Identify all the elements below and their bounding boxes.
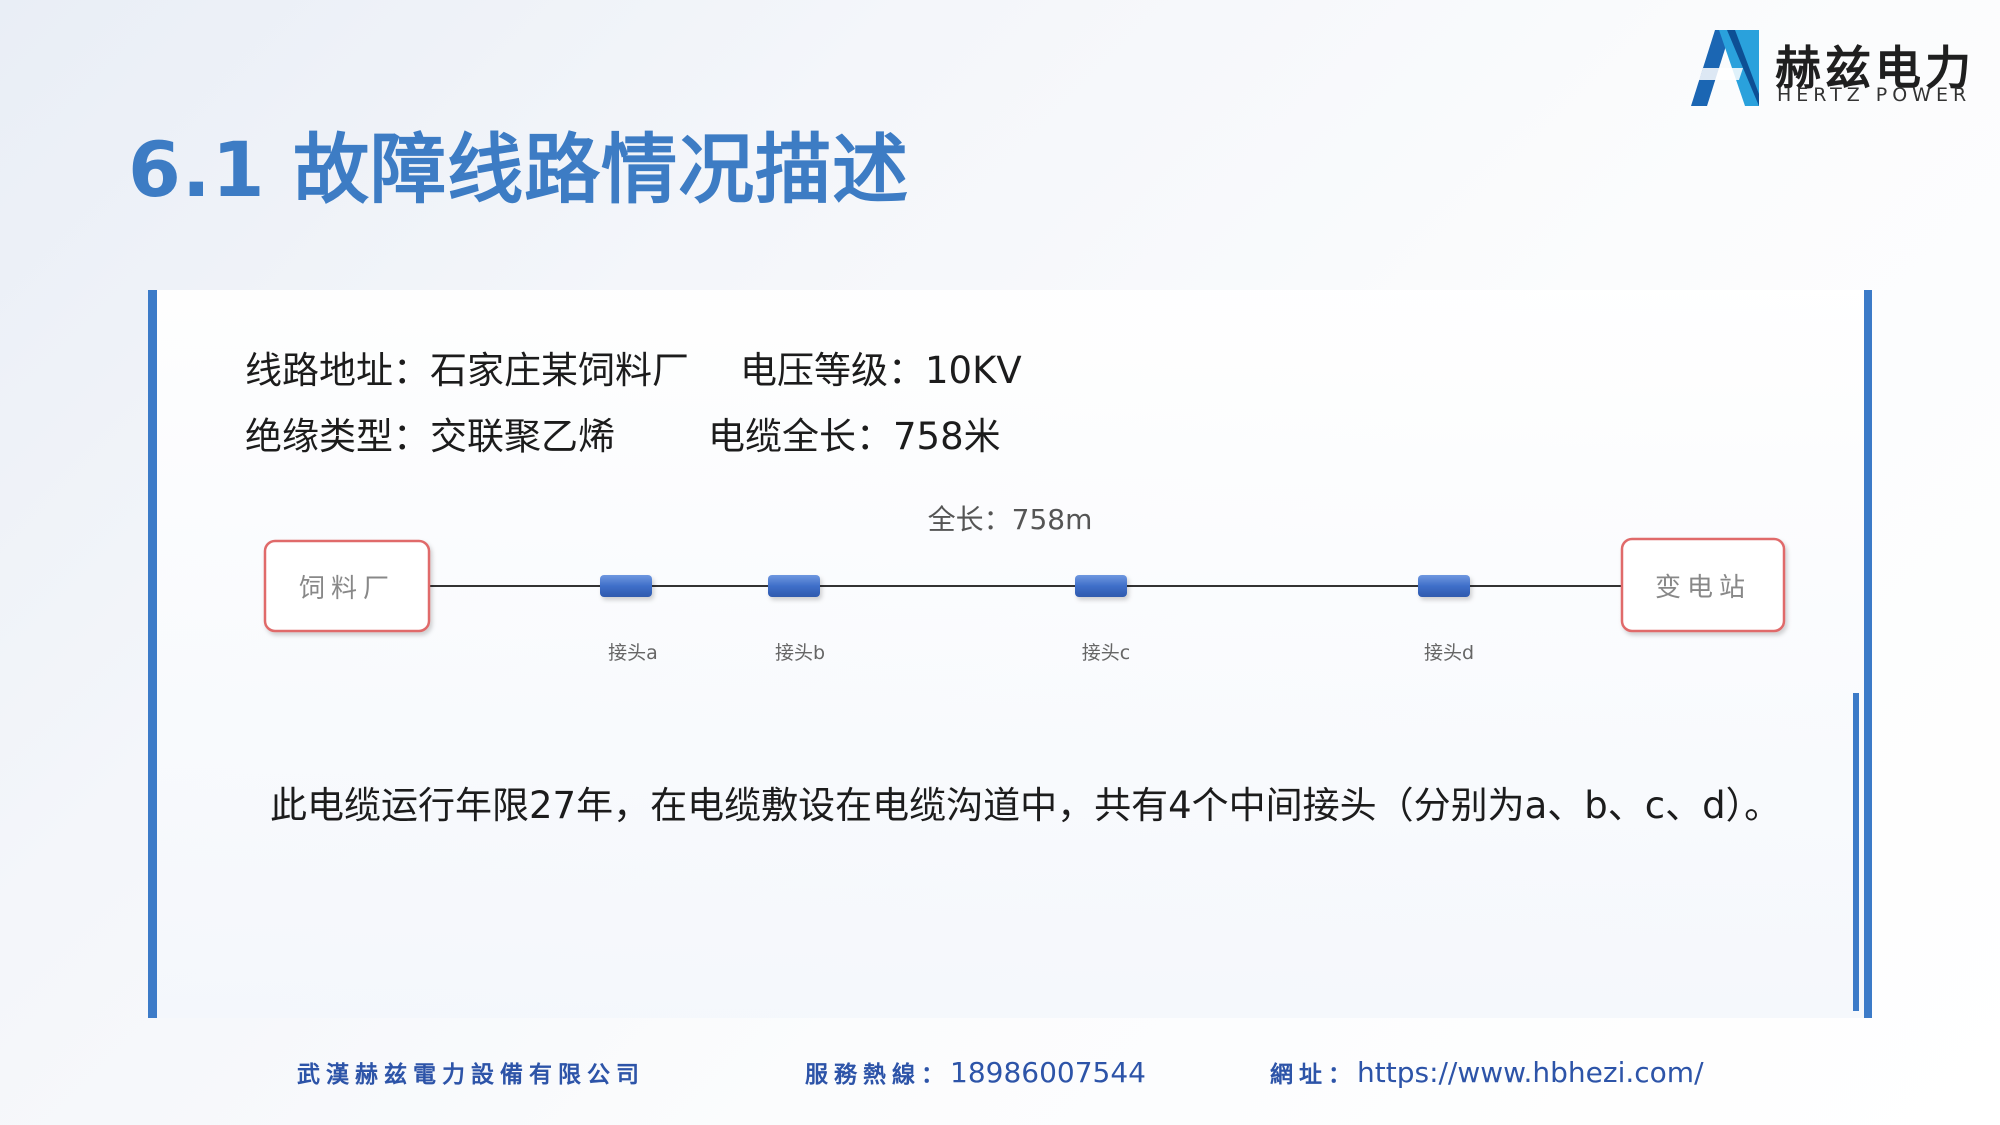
panel-right-inner-border [1853, 693, 1859, 1011]
hotline-number: 18986007544 [950, 1056, 1146, 1089]
footer-company: 武漢赫兹電力設備有限公司 [297, 1055, 645, 1089]
length-label: 电缆全长： [708, 415, 893, 458]
panel-left-border [148, 290, 157, 1018]
voltage-label: 电压等级： [740, 349, 925, 392]
hertz-power-logo: 赫兹电力 HERTZ POWER [1683, 28, 1973, 110]
length-value: 758米 [893, 415, 1001, 458]
joint-a-label: 接头a [608, 642, 658, 664]
node-feed-mill: 饲料厂 [263, 539, 431, 633]
footer-hotline: 服務熱線：18986007544 [805, 1055, 1146, 1089]
voltage-value: 10KV [925, 349, 1022, 392]
logo-mark-icon [1691, 30, 1759, 106]
joint-c-label: 接头c [1082, 642, 1130, 664]
joint-b: 接头b [768, 575, 825, 664]
cable-route-diagram: 全长：758m 饲料厂 变电站 接头a 接头b 接头c 接头d [263, 503, 1786, 664]
hotline-label: 服務熱線： [805, 1061, 950, 1088]
node-feed-mill-label: 饲料厂 [299, 574, 395, 604]
joint-d-label: 接头d [1424, 642, 1474, 664]
panel-right-border [1864, 290, 1872, 1018]
footer-website: 網址：https://www.hbhezi.com/ [1270, 1055, 1704, 1089]
line-voltage: 电压等级：10KV [740, 340, 1022, 394]
logo-text-en: HERTZ POWER [1777, 84, 1972, 106]
joint-c: 接头c [1075, 575, 1130, 664]
total-length-label: 全长：758m [928, 503, 1093, 536]
company-name: 武漢赫兹電力設備有限公司 [297, 1061, 645, 1088]
address-label: 线路地址： [245, 349, 430, 392]
address-value: 石家庄某饲料厂 [430, 349, 689, 392]
node-substation: 变电站 [1620, 537, 1786, 633]
line-length: 电缆全长：758米 [708, 406, 1001, 460]
node-substation-label: 变电站 [1655, 573, 1751, 603]
website-link[interactable]: https://www.hbhezi.com/ [1357, 1056, 1704, 1089]
joint-b-label: 接头b [775, 642, 825, 664]
insulation-label: 绝缘类型： [245, 415, 430, 458]
insulation-value: 交联聚乙烯 [430, 415, 615, 458]
page-title: 6.1 故障线路情况描述 [128, 125, 910, 214]
line-insulation: 绝缘类型：交联聚乙烯 [245, 406, 615, 460]
website-label: 網址： [1270, 1061, 1357, 1088]
summary-text: 此电缆运行年限27年，在电缆敷设在电缆沟道中，共有4个中间接头（分别为a、b、c… [270, 784, 1782, 827]
line-address: 线路地址：石家庄某饲料厂 [245, 340, 689, 394]
joint-a: 接头a [600, 575, 658, 664]
joint-d: 接头d [1418, 575, 1474, 664]
